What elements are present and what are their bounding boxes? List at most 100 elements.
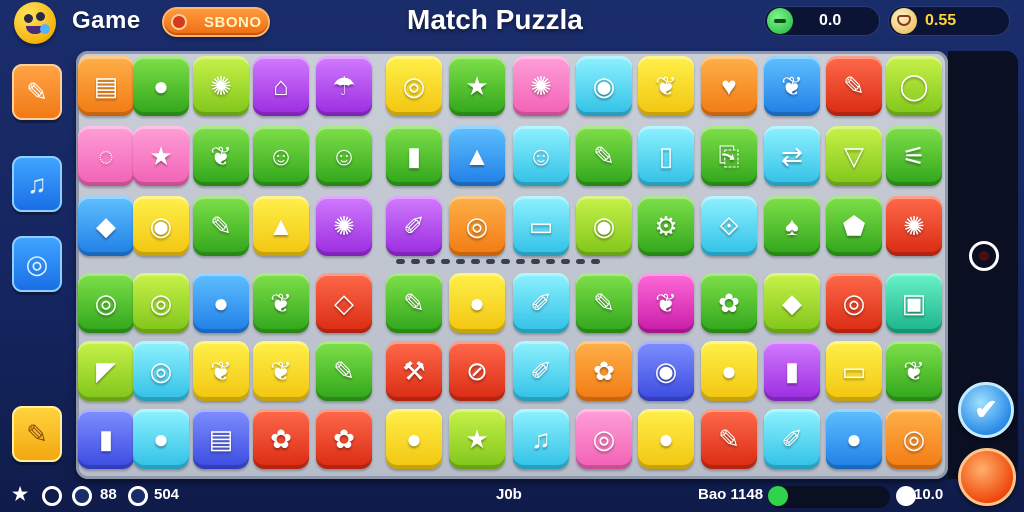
game-tile[interactable]: ◌ bbox=[78, 126, 134, 186]
game-tile[interactable]: ● bbox=[638, 409, 694, 469]
document-button[interactable]: ✎ bbox=[12, 406, 62, 462]
tile-icon: ▤ bbox=[208, 424, 234, 454]
game-tile[interactable]: ✎ bbox=[316, 341, 372, 401]
game-tile[interactable]: ◯ bbox=[886, 56, 942, 116]
game-tile[interactable]: ⟐ bbox=[701, 196, 757, 256]
game-tile[interactable]: ♥ bbox=[701, 56, 757, 116]
game-tile[interactable]: ◎ bbox=[886, 409, 942, 469]
game-tile[interactable]: ❦ bbox=[193, 341, 249, 401]
game-tile[interactable]: ◎ bbox=[576, 409, 632, 469]
game-tile[interactable]: ● bbox=[133, 409, 189, 469]
game-tile[interactable]: ✐ bbox=[513, 273, 569, 333]
game-tile[interactable]: ★ bbox=[133, 126, 189, 186]
clipboard-button[interactable]: ✎ bbox=[12, 64, 62, 120]
game-tile[interactable]: ● bbox=[133, 56, 189, 116]
game-tile[interactable]: ✎ bbox=[386, 273, 442, 333]
compass-button[interactable]: ◎ bbox=[12, 236, 62, 292]
game-tile[interactable]: ◎ bbox=[133, 273, 189, 333]
game-tile[interactable]: ⚙ bbox=[638, 196, 694, 256]
game-tile[interactable]: ▮ bbox=[78, 409, 134, 469]
game-tile[interactable]: ▤ bbox=[193, 409, 249, 469]
smile-icon[interactable] bbox=[42, 486, 62, 506]
game-tile[interactable]: ✿ bbox=[701, 273, 757, 333]
game-tile[interactable]: ❦ bbox=[764, 56, 820, 116]
game-tile[interactable]: ✎ bbox=[576, 126, 632, 186]
game-tile[interactable]: ❦ bbox=[253, 273, 309, 333]
game-logo-icon[interactable] bbox=[14, 2, 56, 44]
game-tile[interactable]: ▽ bbox=[826, 126, 882, 186]
game-tile[interactable]: ▣ bbox=[886, 273, 942, 333]
game-tile[interactable]: ● bbox=[826, 409, 882, 469]
game-tile[interactable]: ✐ bbox=[764, 409, 820, 469]
game-tile[interactable]: ⌂ bbox=[253, 56, 309, 116]
star-icon[interactable]: ★ bbox=[12, 484, 28, 505]
game-tile[interactable]: ♠ bbox=[764, 196, 820, 256]
confirm-button[interactable]: ✔ bbox=[958, 382, 1014, 438]
game-tile[interactable]: ✎ bbox=[576, 273, 632, 333]
level-label: J0b bbox=[496, 486, 522, 503]
game-tile[interactable]: ✺ bbox=[886, 196, 942, 256]
game-tile[interactable]: ✿ bbox=[576, 341, 632, 401]
tile-icon: ★ bbox=[465, 71, 489, 101]
game-tile[interactable]: ◤ bbox=[78, 341, 134, 401]
game-tile[interactable]: ❦ bbox=[638, 56, 694, 116]
game-tile[interactable]: ◎ bbox=[133, 341, 189, 401]
game-tile[interactable]: ✎ bbox=[701, 409, 757, 469]
game-tile[interactable]: ✺ bbox=[513, 56, 569, 116]
game-tile[interactable]: ◆ bbox=[78, 196, 134, 256]
game-tile[interactable]: ✐ bbox=[386, 196, 442, 256]
game-tile[interactable]: ✎ bbox=[826, 56, 882, 116]
game-tile[interactable]: ◉ bbox=[133, 196, 189, 256]
game-tile[interactable]: ◉ bbox=[576, 196, 632, 256]
game-tile[interactable]: ▲ bbox=[253, 196, 309, 256]
game-tile[interactable]: ✎ bbox=[193, 196, 249, 256]
game-tile[interactable]: ● bbox=[386, 409, 442, 469]
tile-icon: ♥ bbox=[721, 71, 737, 101]
game-tile[interactable]: ● bbox=[701, 341, 757, 401]
game-tile[interactable]: ◆ bbox=[764, 273, 820, 333]
game-tile[interactable]: ◎ bbox=[449, 196, 505, 256]
game-tile[interactable]: ☂ bbox=[316, 56, 372, 116]
game-tile[interactable]: ◎ bbox=[78, 273, 134, 333]
game-tile[interactable]: ⎘ bbox=[701, 126, 757, 186]
game-tile[interactable]: ✺ bbox=[193, 56, 249, 116]
game-tile[interactable]: ★ bbox=[449, 56, 505, 116]
game-tile[interactable]: ✿ bbox=[253, 409, 309, 469]
mode-button[interactable]: SBONO bbox=[162, 7, 270, 37]
game-tile[interactable]: ⇄ bbox=[764, 126, 820, 186]
game-tile[interactable]: ◎ bbox=[386, 56, 442, 116]
game-tile[interactable]: ▭ bbox=[826, 341, 882, 401]
game-tile[interactable]: ❦ bbox=[253, 341, 309, 401]
game-tile[interactable]: ◇ bbox=[316, 273, 372, 333]
game-tile[interactable]: ● bbox=[193, 273, 249, 333]
time-value: 10.0 bbox=[914, 486, 944, 503]
game-tile[interactable]: ♫ bbox=[513, 409, 569, 469]
game-tile[interactable]: ● bbox=[449, 273, 505, 333]
game-tile[interactable]: ☺ bbox=[253, 126, 309, 186]
tile-icon: ⊘ bbox=[466, 356, 488, 386]
game-tile[interactable]: ❦ bbox=[886, 341, 942, 401]
music-button[interactable]: ♫ bbox=[12, 156, 62, 212]
game-tile[interactable]: ❦ bbox=[193, 126, 249, 186]
game-tile[interactable]: ✐ bbox=[513, 341, 569, 401]
game-tile[interactable]: ❦ bbox=[638, 273, 694, 333]
game-tile[interactable]: ⊘ bbox=[449, 341, 505, 401]
game-tile[interactable]: ◉ bbox=[576, 56, 632, 116]
game-tile[interactable]: ☺ bbox=[316, 126, 372, 186]
game-tile[interactable]: ▲ bbox=[449, 126, 505, 186]
game-tile[interactable]: ▯ bbox=[638, 126, 694, 186]
game-tile[interactable]: ▮ bbox=[386, 126, 442, 186]
game-tile[interactable]: ⚒ bbox=[386, 341, 442, 401]
game-tile[interactable]: ✺ bbox=[316, 196, 372, 256]
record-toggle-icon[interactable] bbox=[969, 241, 999, 271]
game-tile[interactable]: ⬟ bbox=[826, 196, 882, 256]
game-tile[interactable]: ★ bbox=[449, 409, 505, 469]
game-tile[interactable]: ▭ bbox=[513, 196, 569, 256]
game-tile[interactable]: ◉ bbox=[638, 341, 694, 401]
game-tile[interactable]: ◎ bbox=[826, 273, 882, 333]
game-tile[interactable]: ▮ bbox=[764, 341, 820, 401]
game-tile[interactable]: ✿ bbox=[316, 409, 372, 469]
game-tile[interactable]: ▤ bbox=[78, 56, 134, 116]
game-tile[interactable]: ☺ bbox=[513, 126, 569, 186]
game-tile[interactable]: ⚟ bbox=[886, 126, 942, 186]
